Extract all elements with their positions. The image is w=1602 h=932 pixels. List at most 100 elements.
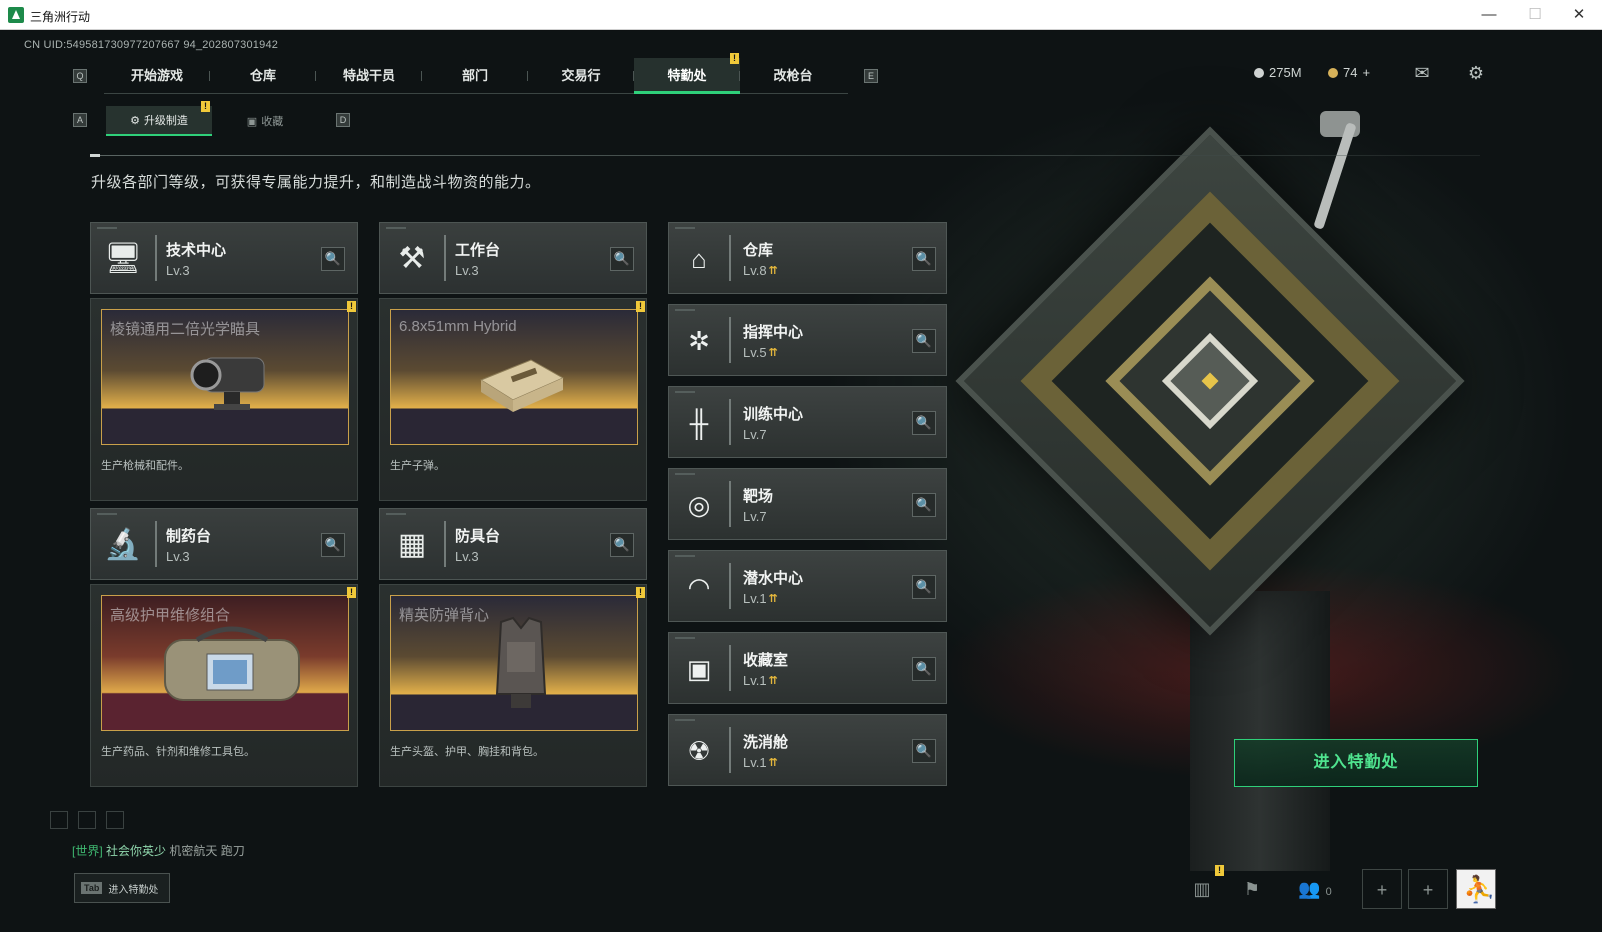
workshop-pharmacy[interactable]: 🔬 制药台 Lv.3 🔍: [90, 508, 358, 580]
craft-preview[interactable]: 精英防弹背心: [390, 595, 638, 731]
gold-coin-icon: [1328, 67, 1338, 78]
mail-icon[interactable]: ✉: [1410, 63, 1434, 83]
settings-gear-icon[interactable]: ⚙: [1464, 63, 1488, 83]
tab-operators[interactable]: 特战干员: [316, 58, 422, 94]
search-icon[interactable]: 🔍: [321, 247, 345, 271]
facility-decon-chamber[interactable]: ☢ 洗消舱 Lv.1 ⇈ 🔍: [668, 714, 947, 786]
command-icon: ✲: [688, 326, 710, 356]
upgrade-arrow-icon: ⇈: [768, 675, 778, 687]
friends-count: 0: [1325, 886, 1332, 898]
currency-gold[interactable]: 74 +: [1328, 65, 1370, 80]
search-icon[interactable]: 🔍: [610, 247, 634, 271]
computer-icon: 🖥: [103, 242, 143, 275]
target-icon: ◎: [687, 490, 711, 520]
workshop-name: 技术中心: [166, 242, 227, 259]
upgrade-arrow-icon: ⇈: [768, 593, 778, 605]
silver-amount: 275M: [1269, 65, 1302, 80]
window-title: 三角洲行动: [30, 10, 91, 24]
workshop-tech-center[interactable]: 🖥 技术中心 Lv.3 🔍: [90, 222, 358, 294]
tab-warehouse[interactable]: 仓库: [210, 58, 316, 94]
facility-level: Lv.7: [743, 427, 767, 442]
subnav-prev-key-hint: A: [73, 113, 87, 127]
add-slot-button[interactable]: +: [1362, 869, 1402, 909]
facility-level: Lv.5 ⇈: [743, 345, 778, 360]
warehouse-icon: ⌂: [691, 244, 707, 274]
facility-training-center[interactable]: ╫ 训练中心 Lv.7 🔍: [668, 386, 947, 458]
workshop-level: Lv.3: [166, 549, 190, 564]
minimize-button[interactable]: —: [1466, 0, 1512, 30]
search-icon[interactable]: 🔍: [912, 247, 936, 271]
tab-gunsmith[interactable]: 改枪台: [740, 58, 846, 94]
facility-command-center[interactable]: ✲ 指挥中心 Lv.5 ⇈ 🔍: [668, 304, 947, 376]
craft-preview[interactable]: 高级护甲维修组合: [101, 595, 349, 731]
workshop-caption: 生产枪械和配件。: [101, 460, 189, 472]
chat-user[interactable]: 社会你英少: [106, 844, 166, 858]
subtab-collection[interactable]: ▣ 收藏: [212, 106, 318, 136]
facility-level: Lv.1 ⇈: [743, 755, 778, 770]
add-slot-button[interactable]: +: [1408, 869, 1448, 909]
tab-key: Tab: [81, 882, 103, 894]
app-logo-icon: [8, 7, 24, 23]
microscope-icon: 🔬: [104, 528, 142, 561]
pharmacy-alert-badge: !: [347, 587, 356, 598]
page-description: 升级各部门等级，可获得专属能力提升，和制造战斗物资的能力。: [91, 174, 541, 191]
search-icon[interactable]: 🔍: [912, 411, 936, 435]
workshop-tech-center-craft[interactable]: 棱镜通用二倍光学瞄具 生产枪械和配件。: [90, 298, 358, 501]
workshop-workbench[interactable]: ⚒ 工作台 Lv.3 🔍: [379, 222, 647, 294]
workshop-armor-bench[interactable]: ▦ 防具台 Lv.3 🔍: [379, 508, 647, 580]
search-icon[interactable]: 🔍: [912, 575, 936, 599]
friends-button[interactable]: 👥 0: [1290, 869, 1340, 909]
player-avatar[interactable]: [1456, 869, 1496, 909]
workshop-caption: 生产药品、针剂和维修工具包。: [101, 746, 255, 758]
search-icon[interactable]: 🔍: [912, 739, 936, 763]
repair-kit-bag-image: [164, 626, 300, 701]
craft-preview[interactable]: 棱镜通用二倍光学瞄具: [101, 309, 349, 445]
workshop-armor-bench-craft[interactable]: 精英防弹背心 生产头盔、护甲、胸挂和背包。: [379, 584, 647, 787]
enter-special-ops-button[interactable]: 进入特勤处: [1234, 739, 1478, 787]
facility-collection-room[interactable]: ▣ 收藏室 Lv.1 ⇈ 🔍: [668, 632, 947, 704]
background-robot-arm: [1313, 122, 1357, 230]
search-icon[interactable]: 🔍: [321, 533, 345, 557]
search-icon[interactable]: 🔍: [912, 657, 936, 681]
facility-name: 收藏室: [743, 652, 789, 669]
close-button[interactable]: ✕: [1556, 0, 1602, 30]
upgrade-arrow-icon: ⇈: [768, 757, 778, 769]
tab-start-game[interactable]: 开始游戏: [104, 58, 210, 94]
workshop-workbench-craft[interactable]: 6.8x51mm Hybrid 生产子弹。: [379, 298, 647, 501]
facility-level: Lv.8 ⇈: [743, 263, 778, 278]
facility-warehouse[interactable]: ⌂ 仓库 Lv.8 ⇈ 🔍: [668, 222, 947, 294]
tab-trade[interactable]: 交易行: [528, 58, 634, 94]
search-icon[interactable]: 🔍: [912, 493, 936, 517]
world-chat-message[interactable]: [世界] 社会你英少 机密航天 跑刀: [72, 842, 245, 859]
tab-department[interactable]: 部门: [422, 58, 528, 94]
upgrade-craft-alert-badge: !: [201, 101, 210, 112]
workshop-name: 制药台: [166, 528, 212, 545]
hud-deco: [106, 811, 124, 829]
flag-icon[interactable]: ⚑: [1232, 869, 1272, 909]
ammo-box-image: [479, 359, 565, 412]
maximize-button[interactable]: ☐: [1512, 0, 1558, 30]
subtab-upgrade-craft[interactable]: ⚙ 升级制造: [106, 106, 212, 136]
craft-preview[interactable]: 6.8x51mm Hybrid: [390, 309, 638, 445]
search-icon[interactable]: 🔍: [610, 533, 634, 557]
player-uid: CN UID:549581730977207667 94_20280730194…: [24, 39, 279, 51]
facility-level: Lv.1 ⇈: [743, 591, 778, 606]
search-icon[interactable]: 🔍: [912, 329, 936, 353]
dumbbell-icon: ╫: [689, 408, 709, 438]
subtab-upgrade-craft-label: 升级制造: [143, 115, 188, 127]
sub-navigation: ⚙ 升级制造 ▣ 收藏: [106, 106, 318, 136]
decon-icon: ☢: [687, 736, 711, 766]
facility-shooting-range[interactable]: ◎ 靶场 Lv.7 🔍: [668, 468, 947, 540]
tab-special-ops[interactable]: 特勤处: [634, 58, 740, 94]
workshop-pharmacy-craft[interactable]: 高级护甲维修组合 生产药品、针剂和维修工具包。: [90, 584, 358, 787]
facility-name: 仓库: [743, 242, 774, 259]
tab-shortcut-hint[interactable]: Tab 进入特勤处: [74, 873, 170, 903]
diving-mask-icon: ◠: [687, 572, 711, 602]
facility-diving-center[interactable]: ◠ 潜水中心 Lv.1 ⇈ 🔍: [668, 550, 947, 622]
special-ops-alert-badge: !: [730, 53, 739, 64]
facility-name: 靶场: [743, 488, 774, 505]
game-viewport: CN UID:549581730977207667 94_20280730194…: [0, 31, 1602, 932]
upgrade-arrow-icon: ⇈: [768, 265, 778, 277]
add-currency-icon[interactable]: +: [1362, 65, 1370, 80]
workshop-level: Lv.3: [455, 263, 479, 278]
